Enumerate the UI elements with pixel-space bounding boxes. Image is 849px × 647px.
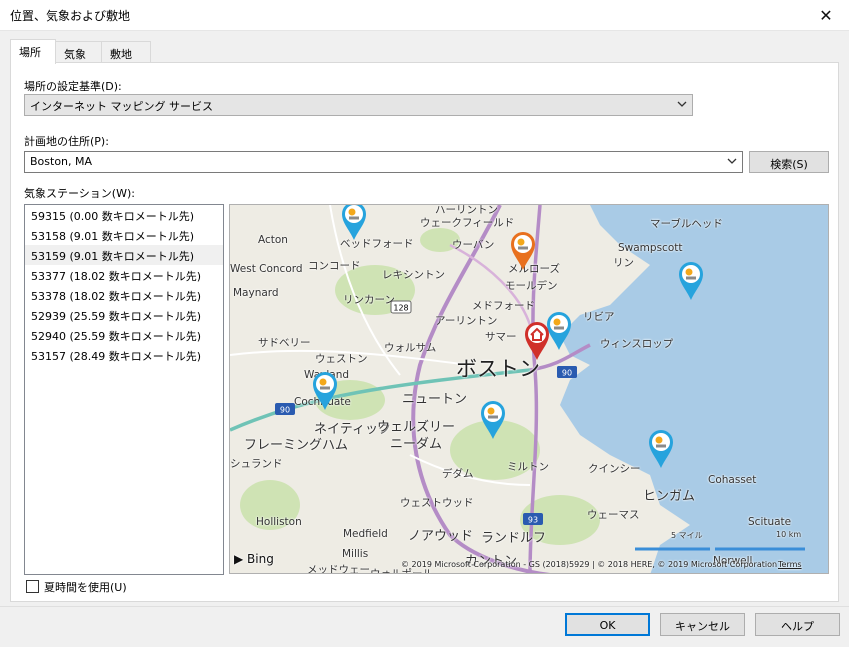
map-place-label: ヒンガム — [643, 489, 696, 504]
chevron-down-icon — [677, 101, 687, 107]
window-title: 位置、気象および敷地 — [10, 9, 131, 23]
map-place-label: メッドウェー — [307, 564, 370, 574]
tab-location[interactable]: 場所 — [10, 39, 56, 64]
route-shield: 90 — [557, 366, 577, 378]
search-button-label: 検索(S) — [770, 158, 808, 171]
route-number: 90 — [280, 406, 290, 415]
map-place-label: フレーミングハム — [244, 438, 349, 453]
map-place-label: Medfield — [343, 528, 388, 540]
tab-site[interactable]: 敷地 — [101, 41, 151, 63]
stations-label: 気象ステーション(W): — [24, 187, 135, 200]
map-place-label: リビア — [583, 311, 615, 323]
bing-logo: ▶ Bing — [234, 552, 274, 566]
map-place-label: Scituate — [748, 516, 792, 528]
map-place-label: アーリントン — [435, 315, 498, 327]
title-bar: 位置、気象および敷地 ✕ — [0, 0, 849, 31]
map-place-label: Maynard — [233, 287, 279, 299]
footer-divider — [0, 606, 849, 607]
map-place-label: サドベリー — [258, 337, 311, 349]
close-icon: ✕ — [819, 5, 833, 25]
list-item[interactable]: 53158 (9.01 数キロメートル先) — [25, 225, 223, 245]
map-place-label: West Concord — [230, 263, 303, 275]
list-item[interactable]: 52939 (25.59 数キロメートル先) — [25, 305, 223, 325]
weather-station-marker[interactable] — [339, 204, 369, 241]
map-place-label: サマー — [485, 331, 517, 343]
list-item[interactable]: 52940 (25.59 数キロメートル先) — [25, 325, 223, 345]
list-item[interactable]: 59315 (0.00 数キロメートル先) — [25, 205, 223, 225]
map-view[interactable]: ハーリントン ウェークフィールド ベッドフォード ウーバン Acton マーブル… — [229, 204, 829, 574]
map-place-label: デダム — [442, 468, 474, 480]
dst-label: 夏時間を使用(U) — [44, 581, 127, 594]
map-place-label: シュランド — [230, 458, 283, 470]
cancel-button-label: キャンセル — [675, 620, 730, 633]
location-basis-value: インターネット マッピング サービス — [30, 100, 213, 113]
map-place-label: ランドルフ — [481, 531, 547, 546]
map-place-label: メドフォード — [472, 300, 535, 312]
list-item[interactable]: 53159 (9.01 数キロメートル先) — [25, 245, 223, 265]
home-marker[interactable] — [522, 319, 552, 361]
map-place-label: リン — [613, 257, 634, 269]
map-place-label: マーブルヘッド — [650, 218, 723, 230]
ok-button[interactable]: OK — [565, 613, 650, 636]
route-shield: 128 — [390, 300, 412, 314]
cancel-button[interactable]: キャンセル — [660, 613, 745, 636]
map-place-label: ウェークフィールド — [420, 217, 515, 229]
map-place-label: ニーダム — [390, 437, 443, 452]
help-button[interactable]: ヘルプ — [755, 613, 840, 636]
map-place-label: ミルトン — [507, 461, 549, 473]
map-place-label: ウーバン — [452, 239, 495, 251]
map-place-label: Millis — [342, 548, 369, 560]
route-shield: 90 — [275, 403, 295, 415]
map-copyright: © 2019 Microsoft Corporation - GS (2018)… — [401, 560, 778, 569]
search-button[interactable]: 検索(S) — [749, 151, 829, 173]
weather-station-marker[interactable] — [478, 398, 508, 440]
dst-checkbox[interactable] — [26, 580, 39, 593]
ok-button-label: OK — [599, 619, 616, 632]
help-button-label: ヘルプ — [781, 620, 814, 633]
tab-label: 場所 — [19, 46, 41, 59]
map-place-label: コンコード — [308, 260, 361, 272]
tab-weather[interactable]: 気象 — [55, 41, 102, 63]
scale-miles: 5 マイル — [671, 531, 703, 540]
bing-label: Bing — [247, 552, 274, 566]
map-place-label: Swampscott — [618, 242, 683, 254]
map-place-label: Acton — [258, 234, 288, 246]
weather-station-marker[interactable] — [676, 259, 706, 301]
list-item[interactable]: 53157 (28.49 数キロメートル先) — [25, 345, 223, 365]
weather-station-marker[interactable] — [310, 369, 340, 411]
map-place-label: ノアウッド — [408, 529, 474, 544]
tab-label: 気象 — [64, 48, 86, 61]
address-label: 計画地の住所(P): — [24, 135, 109, 148]
map-place-label: レキシントン — [382, 269, 445, 281]
map-place-label: ウェストン — [315, 353, 368, 365]
map-place-label: クインシー — [588, 463, 641, 475]
map-place-label: Holliston — [256, 516, 302, 528]
list-item[interactable]: 53377 (18.02 数キロメートル先) — [25, 265, 223, 285]
map-place-label: モールデン — [505, 280, 558, 292]
route-number: 93 — [528, 516, 538, 525]
route-number: 128 — [393, 304, 408, 313]
location-basis-label: 場所の設定基準(D): — [24, 80, 122, 93]
map-place-label: リンカーン — [343, 294, 395, 306]
terms-link[interactable]: Terms — [778, 560, 802, 569]
map-place-label: ウィンスロップ — [600, 338, 674, 350]
chevron-down-icon[interactable] — [726, 153, 738, 169]
map-place-label: ニュートン — [402, 392, 468, 407]
address-combo[interactable]: Boston, MA — [24, 151, 743, 173]
weather-station-marker-selected[interactable] — [508, 229, 538, 271]
map-place-label: ウェーマス — [587, 509, 640, 521]
weather-station-marker[interactable] — [646, 427, 676, 469]
location-basis-dropdown[interactable]: インターネット マッピング サービス — [24, 94, 693, 116]
list-item[interactable]: 53378 (18.02 数キロメートル先) — [25, 285, 223, 305]
scale-km: 10 km — [776, 530, 802, 539]
map-place-label: Cohasset — [708, 474, 757, 486]
close-button[interactable]: ✕ — [803, 0, 849, 30]
map-place-label: ウェストウッド — [400, 497, 474, 509]
map-place-label: ウォルサム — [384, 342, 437, 354]
stations-list[interactable]: 59315 (0.00 数キロメートル先) 53158 (9.01 数キロメート… — [24, 204, 224, 575]
tab-label: 敷地 — [110, 48, 132, 61]
route-shield: 93 — [523, 513, 543, 525]
address-value: Boston, MA — [30, 155, 93, 168]
route-number: 90 — [562, 369, 572, 378]
